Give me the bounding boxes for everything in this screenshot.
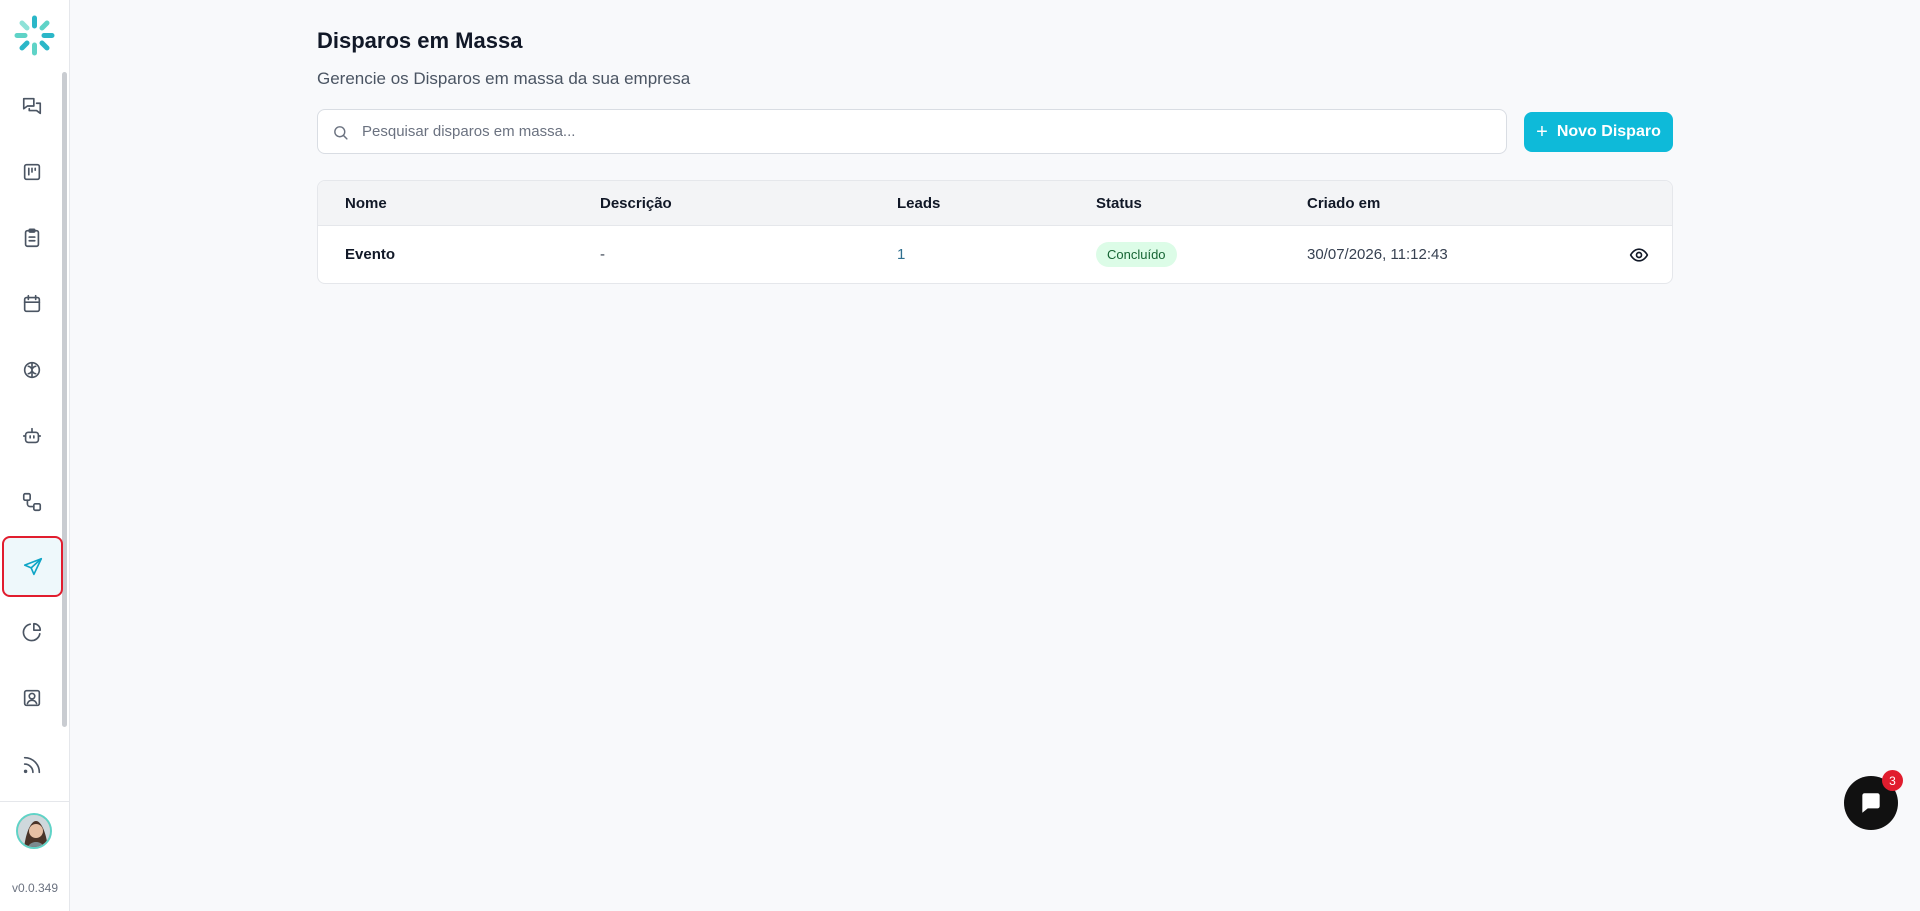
bot-icon (22, 427, 42, 444)
column-header-status[interactable]: Status (1096, 195, 1142, 212)
sidebar: v0.0.349 (0, 0, 70, 911)
sidebar-item-kanban[interactable] (4, 144, 60, 200)
sidebar-scrollbar[interactable] (62, 72, 67, 727)
row-name: Evento (345, 246, 396, 263)
eye-icon[interactable] (1629, 245, 1649, 265)
sidebar-item-mass-send[interactable] (2, 536, 63, 597)
column-header-name[interactable]: Nome (345, 195, 387, 212)
sidebar-item-workflows[interactable] (4, 474, 60, 530)
sidebar-item-chats[interactable] (4, 78, 60, 134)
sidebar-divider (0, 801, 69, 802)
sidebar-item-bots[interactable] (4, 408, 60, 464)
row-created-at: 30/07/2026, 11:12:43 (1307, 246, 1448, 263)
mass-send-table: Nome Descrição Leads Status Criado em Ev… (317, 180, 1673, 284)
column-header-leads[interactable]: Leads (897, 195, 940, 212)
search-box (317, 109, 1507, 154)
sidebar-item-feeds[interactable] (4, 737, 60, 793)
sidebar-item-knowledge[interactable] (4, 342, 60, 398)
search-input[interactable] (362, 110, 1492, 153)
avatar[interactable] (16, 813, 52, 849)
contact-icon (23, 689, 41, 707)
column-header-description[interactable]: Descrição (600, 195, 672, 212)
new-mass-send-button[interactable]: + Novo Disparo (1524, 112, 1673, 152)
calendar-icon (23, 294, 41, 313)
table-header: Nome Descrição Leads Status Criado em (318, 181, 1672, 226)
page-subtitle: Gerencie os Disparos em massa da sua emp… (317, 69, 691, 88)
status-badge: Concluído (1096, 242, 1177, 267)
column-header-created[interactable]: Criado em (1307, 195, 1380, 212)
search-icon (334, 126, 348, 140)
chat-bubble-icon (1862, 793, 1880, 813)
clipboard-icon (24, 228, 40, 248)
rss-icon (23, 756, 41, 774)
row-description: - (600, 246, 605, 263)
workflow-icon (22, 492, 42, 512)
chat-notification-badge: 3 (1882, 770, 1903, 791)
row-leads: 1 (897, 246, 906, 263)
sidebar-item-tasks[interactable] (4, 210, 60, 266)
sidebar-item-contacts[interactable] (4, 670, 60, 726)
sidebar-item-reports[interactable] (4, 604, 60, 660)
table-row[interactable]: Evento - 1 Concluído 30/07/2026, 11:12:4… (318, 226, 1672, 283)
app-logo-icon[interactable] (12, 13, 57, 58)
plus-icon: + (1536, 121, 1548, 143)
kanban-icon (23, 163, 41, 181)
page-title: Disparos em Massa (317, 28, 523, 53)
send-icon (23, 557, 42, 575)
sidebar-item-calendar[interactable] (4, 276, 60, 332)
app-version: v0.0.349 (11, 881, 59, 895)
chats-icon (22, 97, 42, 115)
pie-chart-icon (22, 622, 42, 642)
new-mass-send-label: Novo Disparo (1556, 123, 1661, 140)
brain-icon (23, 361, 41, 379)
